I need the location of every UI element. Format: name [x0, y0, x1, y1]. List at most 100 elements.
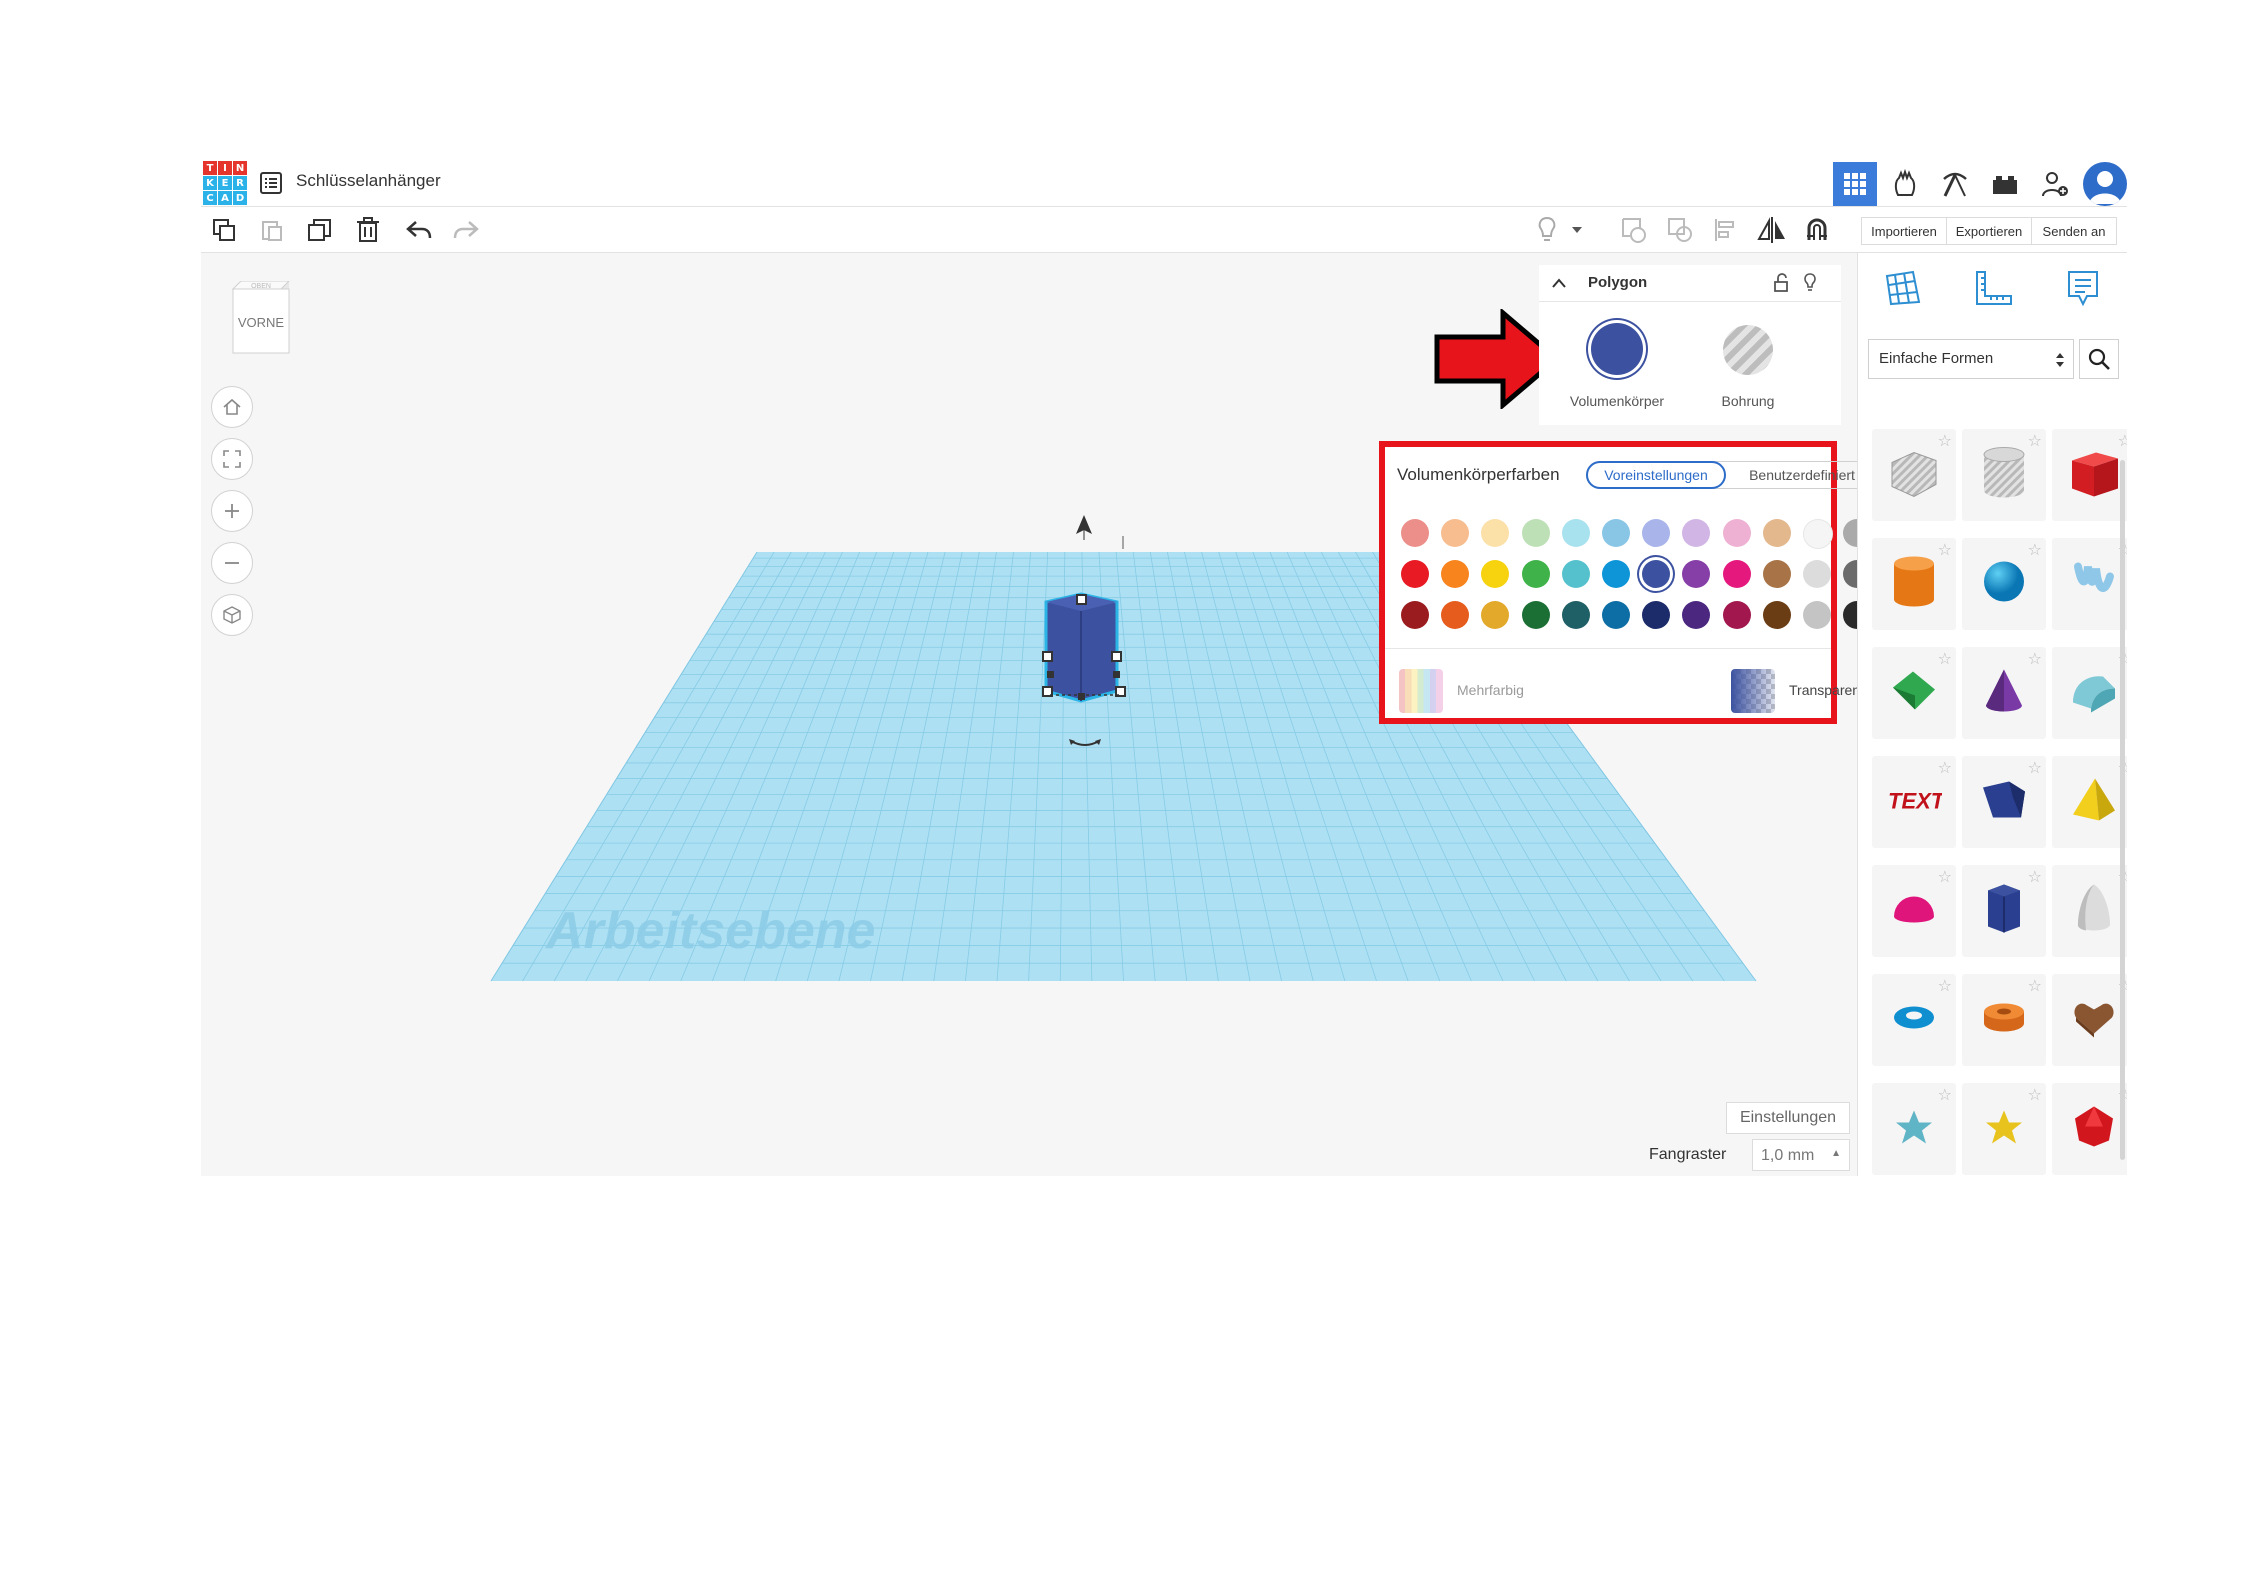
lift-arrow-icon [1076, 515, 1092, 540]
favorite-star-icon[interactable]: ☆ [1938, 867, 1952, 887]
shape-tile-box[interactable]: ☆ [2052, 429, 2127, 521]
shape-category-select[interactable]: Einfache Formen [1868, 339, 2074, 379]
color-swatch[interactable] [1481, 519, 1510, 547]
color-swatch[interactable] [1401, 519, 1429, 547]
transparent-icon[interactable] [1731, 669, 1775, 713]
multicolor-label[interactable]: Mehrfarbig [1457, 682, 1524, 698]
color-swatch[interactable] [1803, 601, 1831, 629]
color-swatch[interactable] [1722, 601, 1751, 629]
search-button[interactable] [2079, 339, 2119, 379]
color-swatch[interactable] [1762, 601, 1791, 629]
color-swatch[interactable] [1803, 560, 1831, 588]
favorite-star-icon[interactable]: ☆ [1938, 540, 1952, 560]
color-swatch[interactable] [1762, 560, 1791, 588]
favorite-star-icon[interactable]: ☆ [2028, 540, 2042, 560]
solid-color-swatch[interactable] [1591, 323, 1643, 375]
lock-icon[interactable] [1773, 273, 1789, 293]
shape-tile-star[interactable]: ☆ [1872, 1083, 1956, 1175]
shape-tile-prism[interactable]: ☆ [1962, 756, 2046, 848]
color-swatch[interactable] [1722, 560, 1751, 588]
search-icon [2088, 348, 2110, 370]
ruler-icon[interactable] [1968, 263, 2018, 313]
favorite-star-icon[interactable]: ☆ [2028, 649, 2042, 669]
color-swatch[interactable] [1521, 519, 1550, 547]
notes-icon[interactable] [2058, 263, 2108, 313]
color-swatch[interactable] [1401, 560, 1429, 588]
color-swatch[interactable] [1441, 519, 1470, 547]
shape-tile-star-gold[interactable]: ☆ [1962, 1083, 2046, 1175]
tube-icon [1981, 1000, 2027, 1041]
settings-button[interactable]: Einstellungen [1726, 1102, 1850, 1134]
color-swatch[interactable] [1602, 560, 1630, 588]
shape-tile-polygon[interactable]: ☆ [1962, 865, 2046, 957]
color-swatch[interactable] [1561, 601, 1590, 629]
favorite-star-icon[interactable]: ☆ [2028, 867, 2042, 887]
collapse-chevron-icon[interactable] [1551, 277, 1567, 289]
color-swatch[interactable] [1642, 519, 1671, 547]
sidebar-scrollbar[interactable] [2120, 460, 2125, 1160]
color-swatch[interactable] [1682, 601, 1711, 629]
hole-swatch[interactable] [1723, 325, 1773, 375]
color-swatch[interactable] [1481, 560, 1510, 588]
polygon-icon [1982, 881, 2026, 942]
shape-name[interactable]: Polygon [1588, 274, 1647, 291]
favorite-star-icon[interactable]: ☆ [2028, 1085, 2042, 1105]
shape-tile-paraboloid[interactable]: ☆ [2052, 865, 2127, 957]
paraboloid-icon [2074, 881, 2114, 942]
color-swatch[interactable] [1481, 601, 1510, 629]
shape-properties-panel: Polygon Volumenkörper Bohrung [1539, 265, 1841, 425]
color-swatch[interactable] [1521, 560, 1550, 588]
color-swatch[interactable] [1602, 601, 1630, 629]
favorite-star-icon[interactable]: ☆ [1938, 1085, 1952, 1105]
shape-tile-box-hole[interactable]: ☆ [1872, 429, 1956, 521]
favorite-star-icon[interactable]: ☆ [2028, 976, 2042, 996]
tab-custom[interactable]: Benutzerdefiniert [1732, 461, 1872, 489]
favorite-star-icon[interactable]: ☆ [2028, 431, 2042, 451]
workplane-grid-icon[interactable] [1878, 263, 1928, 313]
color-swatch[interactable] [1762, 519, 1791, 547]
shape-tile-half-sphere[interactable]: ☆ [1872, 865, 1956, 957]
shapes-sidebar: Einfache Formen ☆☆☆☆☆☆☆☆☆☆TEXT☆☆☆☆☆☆☆☆☆☆… [1857, 253, 2127, 1176]
color-swatch[interactable] [1521, 601, 1550, 629]
favorite-star-icon[interactable]: ☆ [1938, 976, 1952, 996]
shape-tile-round-roof[interactable]: ☆ [2052, 647, 2127, 739]
visibility-bulb-icon[interactable] [1803, 273, 1817, 293]
swatch-row [1401, 601, 1872, 642]
shape-tile-text[interactable]: ☆ TEXT [1872, 756, 1956, 848]
color-swatch[interactable] [1441, 601, 1470, 629]
color-swatch[interactable] [1803, 519, 1833, 549]
color-swatch[interactable] [1682, 519, 1711, 547]
color-swatch[interactable] [1642, 601, 1671, 629]
color-swatch[interactable] [1441, 560, 1470, 588]
shape-tile-scribble[interactable]: ☆ [2052, 538, 2127, 630]
shape-tile-heart[interactable]: ☆ [2052, 974, 2127, 1066]
caret-icon: ▲ [1831, 1148, 1841, 1159]
tab-presets[interactable]: Voreinstellungen [1586, 461, 1726, 489]
color-swatch[interactable] [1561, 519, 1590, 547]
snap-grid-select[interactable]: 1,0 mm ▲ [1752, 1139, 1850, 1171]
shape-tile-cone[interactable]: ☆ [1962, 647, 2046, 739]
color-swatch[interactable] [1722, 519, 1751, 547]
shape-tile-pyramid[interactable]: ☆ [2052, 756, 2127, 848]
color-swatch[interactable] [1401, 601, 1429, 629]
heart-icon [2071, 998, 2117, 1043]
color-swatch[interactable] [1561, 560, 1590, 588]
hole-label: Bohrung [1721, 393, 1775, 409]
color-swatch[interactable] [1682, 560, 1711, 588]
shape-tile-tube[interactable]: ☆ [1962, 974, 2046, 1066]
color-swatch[interactable] [1602, 519, 1630, 547]
transparent-label[interactable]: Transparent [1789, 682, 1864, 698]
shape-tile-cylinder[interactable]: ☆ [1872, 538, 1956, 630]
color-swatch[interactable] [1642, 560, 1671, 588]
multicolor-icon[interactable] [1399, 669, 1443, 713]
shape-tile-roof[interactable]: ☆ [1872, 647, 1956, 739]
favorite-star-icon[interactable]: ☆ [2028, 758, 2042, 778]
shape-tile-sphere[interactable]: ☆ [1962, 538, 2046, 630]
shape-tile-icosahedron[interactable]: ☆ [2052, 1083, 2127, 1175]
favorite-star-icon[interactable]: ☆ [1938, 758, 1952, 778]
shape-tile-cylinder-hole[interactable]: ☆ [1962, 429, 2046, 521]
shape-tile-torus[interactable]: ☆ [1872, 974, 1956, 1066]
favorite-star-icon[interactable]: ☆ [1938, 649, 1952, 669]
workplane-label: Arbeitsebene [544, 902, 875, 960]
shape-panel-header: Polygon [1539, 265, 1841, 302]
